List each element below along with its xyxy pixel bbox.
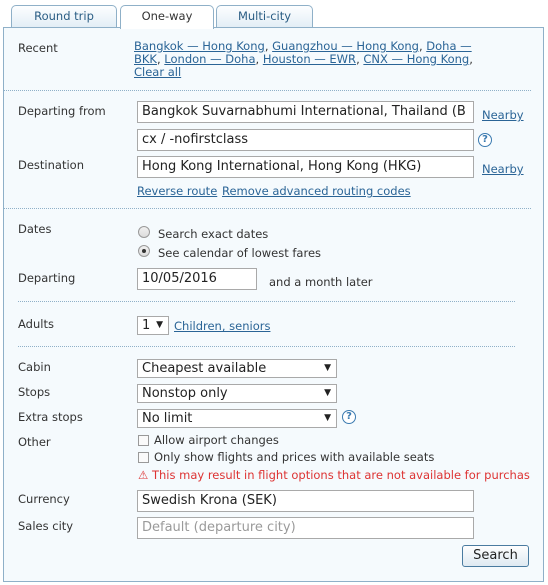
- exact-dates-label: Search exact dates: [158, 227, 269, 241]
- adults-label: Adults: [18, 317, 54, 331]
- allow-airport-changes-checkbox[interactable]: [138, 435, 149, 446]
- adults-select[interactable]: 1 ▼: [137, 316, 169, 335]
- departing-from-input[interactable]: Bangkok Suvarnabhumi International, Thai…: [137, 101, 474, 123]
- recent-link[interactable]: Guangzhou — Hong Kong: [272, 39, 419, 53]
- recent-link[interactable]: London — Doha: [164, 52, 255, 66]
- chevron-down-icon: ▼: [324, 413, 331, 423]
- currency-input[interactable]: Swedish Krona (SEK): [137, 490, 474, 512]
- tab-round-trip[interactable]: Round trip: [11, 5, 117, 27]
- currency-label: Currency: [18, 492, 70, 506]
- recent-link[interactable]: Houston — EWR: [263, 52, 356, 66]
- stops-value: Nonstop only: [142, 386, 228, 401]
- calendar-radio[interactable]: [138, 245, 150, 257]
- allow-airport-changes-label: Allow airport changes: [154, 433, 279, 447]
- cabin-label: Cabin: [18, 360, 51, 374]
- extra-stops-label: Extra stops: [18, 410, 83, 424]
- available-seats-label: Only show flights and prices with availa…: [154, 450, 435, 464]
- calendar-label: See calendar of lowest fares: [158, 246, 322, 260]
- available-seats-checkbox[interactable]: [138, 452, 149, 463]
- recent-searches: Bangkok — Hong Kong, Guangzhou — Hong Ko…: [134, 39, 473, 79]
- tab-multi-city[interactable]: Multi-city: [216, 5, 313, 27]
- stops-label: Stops: [18, 385, 51, 399]
- routing-codes-input[interactable]: cx / -nofirstclass: [137, 129, 474, 151]
- departing-from-label: Departing from: [18, 104, 106, 118]
- nearby-destination-link[interactable]: Nearby: [482, 162, 524, 176]
- departing-date-input[interactable]: 10/05/2016: [137, 268, 257, 290]
- recent-label: Recent: [18, 41, 58, 55]
- reverse-route-link[interactable]: Reverse route: [137, 184, 217, 198]
- warning-icon: ⚠: [138, 468, 149, 482]
- sales-city-label: Sales city: [18, 519, 74, 533]
- stops-select[interactable]: Nonstop only ▼: [137, 384, 337, 403]
- search-form-panel: Recent Bangkok — Hong Kong, Guangzhou — …: [3, 27, 544, 582]
- sales-city-input[interactable]: Default (departure city): [137, 517, 474, 539]
- destination-label: Destination: [18, 158, 84, 172]
- extra-stops-value: No limit: [142, 411, 193, 426]
- month-later-text: and a month later: [269, 275, 373, 289]
- warning-message: ⚠ This may result in flight options that…: [138, 468, 530, 482]
- divider: [18, 346, 515, 347]
- chevron-down-icon: ▼: [324, 388, 331, 398]
- exact-dates-radio[interactable]: [138, 226, 150, 238]
- tab-one-way[interactable]: One-way: [120, 5, 214, 29]
- extra-stops-select[interactable]: No limit ▼: [137, 409, 337, 428]
- chevron-down-icon: ▼: [156, 320, 163, 330]
- adults-value: 1: [142, 318, 151, 333]
- departing-label: Departing: [18, 271, 76, 285]
- chevron-down-icon: ▼: [324, 363, 331, 373]
- other-label: Other: [18, 435, 51, 449]
- divider: [18, 301, 515, 302]
- dates-label: Dates: [18, 222, 52, 236]
- clear-all-link[interactable]: Clear all: [134, 65, 181, 79]
- divider: [4, 90, 531, 91]
- divider: [4, 208, 531, 209]
- warning-text: This may result in flight options that a…: [151, 468, 530, 482]
- destination-input[interactable]: Hong Kong International, Hong Kong (HKG): [137, 156, 474, 178]
- children-seniors-link[interactable]: Children, seniors: [174, 319, 270, 333]
- recent-link[interactable]: CNX — Hong Kong: [363, 52, 469, 66]
- recent-link[interactable]: Bangkok — Hong Kong: [134, 39, 265, 53]
- help-icon[interactable]: ?: [478, 133, 492, 147]
- search-button[interactable]: Search: [462, 545, 529, 567]
- nearby-departing-link[interactable]: Nearby: [482, 108, 524, 122]
- remove-routing-codes-link[interactable]: Remove advanced routing codes: [222, 184, 411, 198]
- cabin-select[interactable]: Cheapest available ▼: [137, 359, 337, 378]
- help-icon[interactable]: ?: [342, 410, 356, 424]
- cabin-value: Cheapest available: [142, 361, 267, 376]
